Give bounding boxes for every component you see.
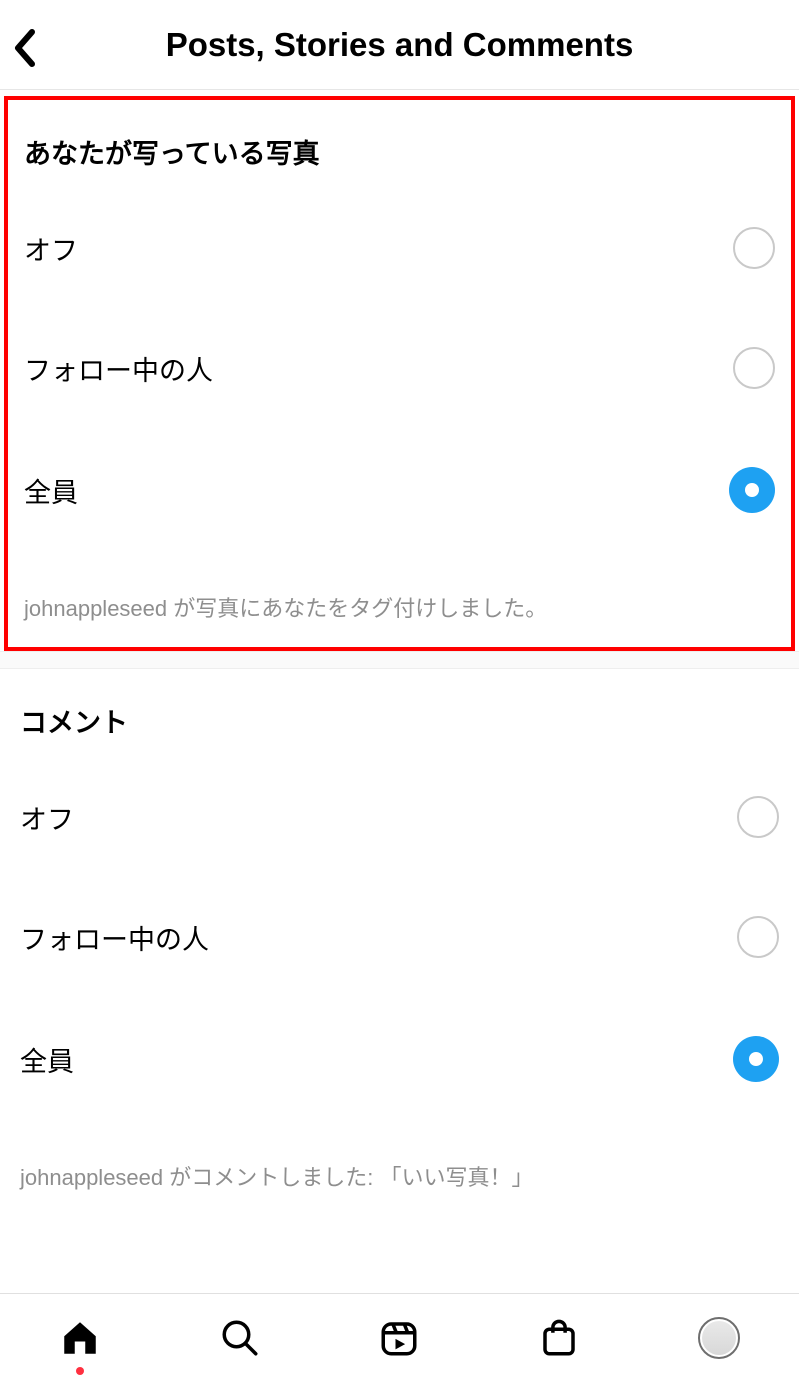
option-row-following[interactable]: フォロー中の人 [20,916,779,958]
radio-unchecked-icon [737,796,779,838]
section-comments: コメント オフ フォロー中の人 全員 johnappleseed がコメントしま… [0,669,799,1216]
section-title-photos-of-you: あなたが写っている写真 [24,132,775,171]
reels-icon [378,1317,420,1359]
option-row-everyone[interactable]: 全員 [20,1036,779,1082]
option-label: オフ [24,229,78,268]
helper-text-comments: johnappleseed がコメントしました: 「いい写真！」 [20,1160,779,1192]
section-divider [0,651,799,669]
chevron-left-icon [12,28,38,68]
page-title: Posts, Stories and Comments [16,26,783,64]
back-button[interactable] [12,28,38,68]
bottom-tab-bar [0,1293,799,1381]
avatar-icon [698,1317,740,1359]
tab-shop[interactable] [479,1294,639,1381]
notification-dot-icon [76,1367,84,1375]
radio-checked-icon [729,467,775,513]
tab-reels[interactable] [320,1294,480,1381]
home-icon [59,1317,101,1359]
option-label: オフ [20,798,74,837]
option-row-following[interactable]: フォロー中の人 [24,347,775,389]
header: Posts, Stories and Comments [0,0,799,90]
shop-icon [538,1317,580,1359]
radio-unchecked-icon [733,347,775,389]
radio-checked-icon [733,1036,779,1082]
section-title-comments: コメント [20,701,779,740]
option-row-off[interactable]: オフ [20,796,779,838]
tab-home[interactable] [0,1294,160,1381]
option-label: フォロー中の人 [24,349,213,388]
radio-unchecked-icon [737,916,779,958]
radio-unchecked-icon [733,227,775,269]
search-icon [219,1317,261,1359]
option-row-off[interactable]: オフ [24,227,775,269]
option-label: 全員 [24,471,78,510]
helper-text-photos: johnappleseed が写真にあなたをタグ付けしました。 [24,591,775,623]
tab-search[interactable] [160,1294,320,1381]
option-label: フォロー中の人 [20,918,209,957]
option-row-everyone[interactable]: 全員 [24,467,775,513]
highlighted-section-photos-of-you: あなたが写っている写真 オフ フォロー中の人 全員 johnappleseed … [4,96,795,651]
tab-profile[interactable] [639,1294,799,1381]
option-label: 全員 [20,1040,74,1079]
